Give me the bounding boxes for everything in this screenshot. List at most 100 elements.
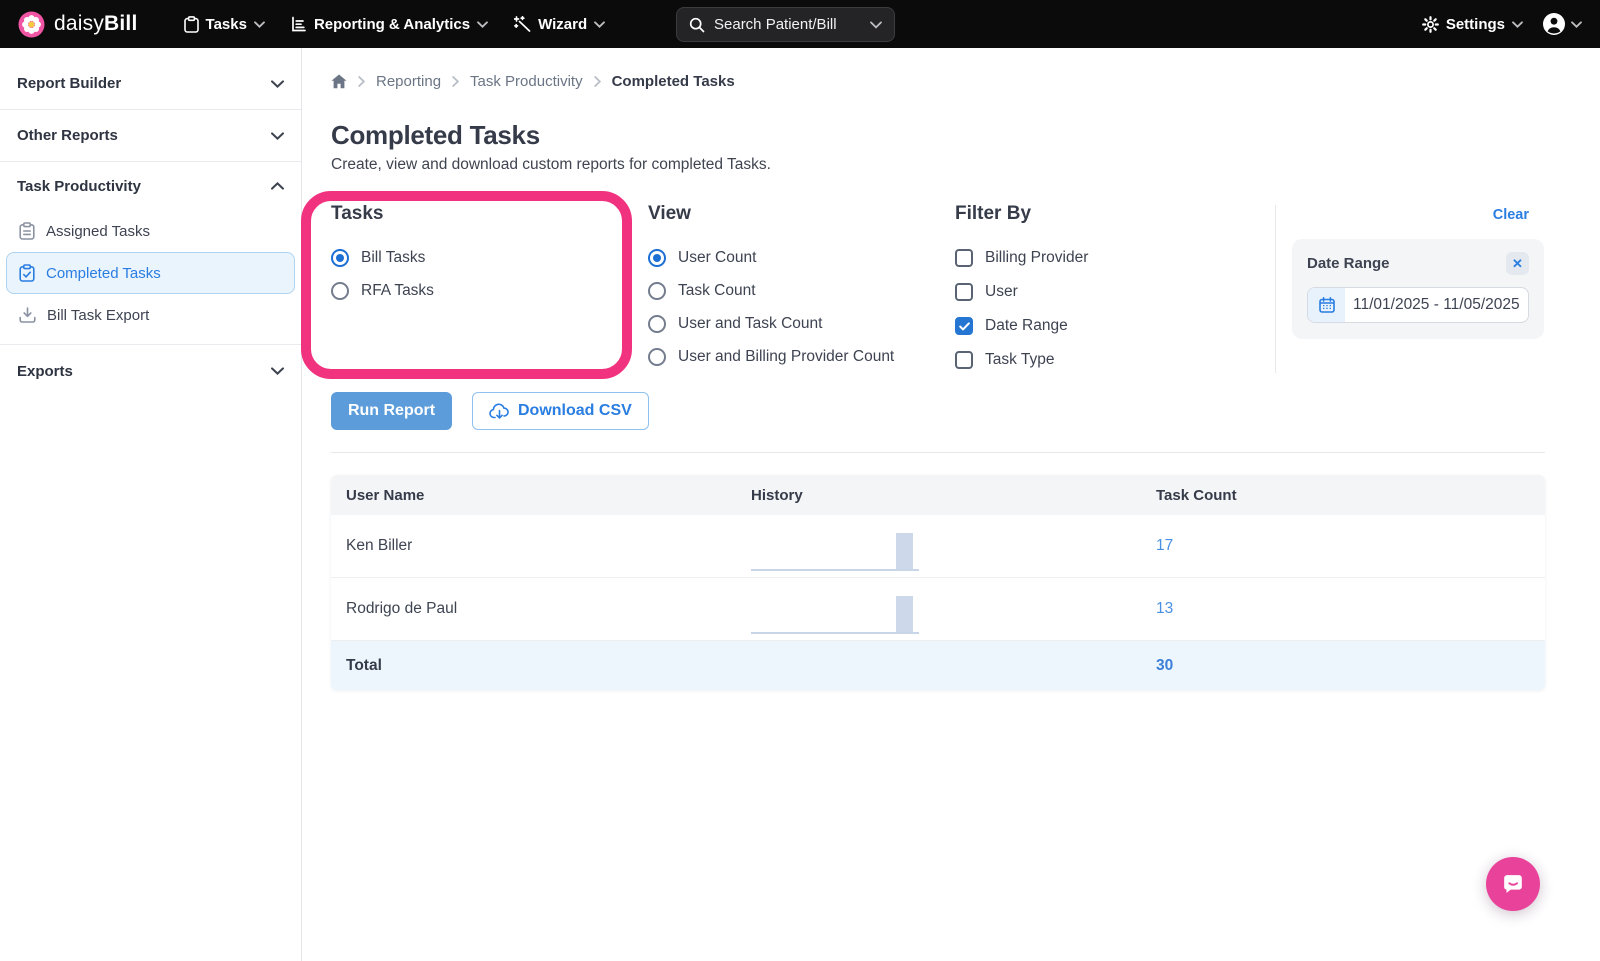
radio-user-and-task-count[interactable]: User and Task Count [648, 307, 955, 340]
history-sparkline [751, 578, 919, 641]
column-header-task-count: Task Count [1156, 486, 1237, 504]
search-placeholder: Search Patient/Bill [714, 16, 837, 33]
tasks-section: Tasks Bill Tasks RFA Tasks [331, 203, 648, 392]
radio-icon [648, 314, 666, 333]
user-avatar-icon [1543, 13, 1565, 35]
radio-user-count[interactable]: User Count [648, 241, 955, 274]
magic-wand-icon [514, 16, 531, 32]
table-row: Rodrigo de Paul 13 [331, 578, 1545, 641]
total-label: Total [346, 656, 382, 674]
menu-reporting-analytics[interactable]: Reporting & Analytics [291, 16, 488, 33]
date-range-input[interactable] [1345, 288, 1528, 322]
sidebar-section-task-productivity[interactable]: Task Productivity [0, 162, 301, 210]
chevron-down-icon [477, 20, 488, 28]
breadcrumb: Reporting Task Productivity Completed Ta… [331, 71, 1600, 91]
menu-tasks[interactable]: Tasks [183, 16, 265, 33]
table-total-row: Total 30 [331, 641, 1545, 690]
history-sparkline [751, 515, 919, 578]
sidebar-item-bill-task-export[interactable]: Bill Task Export [6, 294, 295, 336]
chevron-down-icon [271, 131, 284, 140]
results-table: User Name History Task Count Ken Biller … [331, 475, 1545, 690]
chevron-right-icon [358, 75, 365, 87]
task-count-link[interactable]: 17 [1156, 537, 1173, 554]
sidebar-section-other-reports[interactable]: Other Reports [0, 110, 301, 162]
daisybill-logo[interactable]: daisyBill [18, 11, 138, 38]
run-report-button[interactable]: Run Report [331, 392, 452, 430]
daisy-flower-icon [18, 11, 45, 37]
radio-bill-tasks[interactable]: Bill Tasks [331, 241, 648, 274]
filter-by-section: Filter By Billing Provider User Date Ran… [955, 203, 1275, 392]
date-range-filter-card: Date Range ✕ [1292, 239, 1544, 339]
clipboard-lines-icon [19, 222, 35, 240]
chat-bubble-icon [1504, 875, 1522, 893]
report-chart-icon [292, 16, 306, 32]
sparkline-baseline [751, 631, 919, 634]
page-title: Completed Tasks [331, 120, 540, 150]
user-account-menu[interactable] [1543, 13, 1582, 35]
checkbox-checked-icon [955, 317, 973, 335]
checkbox-user[interactable]: User [955, 275, 1275, 309]
breadcrumb-current: Completed Tasks [611, 72, 735, 90]
clipboard-check-icon [19, 264, 35, 282]
chevron-down-icon [1512, 20, 1523, 28]
user-name-cell: Ken Biller [346, 537, 413, 554]
chat-launcher-button[interactable] [1486, 857, 1540, 911]
tasks-section-title: Tasks [331, 203, 384, 224]
section-divider [331, 452, 1545, 453]
search-patient-bill[interactable]: Search Patient/Bill [676, 7, 895, 42]
breadcrumb-reporting[interactable]: Reporting [376, 73, 441, 90]
report-config: Tasks Bill Tasks RFA Tasks View User Cou… [331, 203, 1600, 392]
sparkline-bar [896, 532, 913, 569]
radio-task-count[interactable]: Task Count [648, 274, 955, 307]
history-cell [736, 578, 1141, 641]
download-csv-button[interactable]: Download CSV [472, 392, 649, 430]
clear-filters-link[interactable]: Clear [1493, 207, 1544, 223]
menu-wizard[interactable]: Wizard [514, 16, 606, 33]
total-count: 30 [1156, 656, 1174, 674]
checkbox-icon [955, 351, 973, 369]
radio-rfa-tasks[interactable]: RFA Tasks [331, 274, 648, 307]
chevron-right-icon [593, 75, 601, 87]
radio-selected-icon [648, 248, 666, 267]
calendar-icon[interactable] [1308, 288, 1345, 322]
breadcrumb-task-productivity[interactable]: Task Productivity [470, 73, 583, 90]
download-tray-icon [19, 307, 36, 323]
sidebar-section-exports[interactable]: Exports [0, 345, 301, 397]
active-filters-panel: Clear Date Range ✕ [1276, 203, 1544, 392]
remove-date-filter-button[interactable]: ✕ [1506, 252, 1529, 275]
actions-row: Run Report Download CSV [331, 392, 1600, 430]
radio-icon [648, 347, 666, 366]
chevron-down-icon [870, 21, 882, 29]
filter-section-title: Filter By [955, 203, 1032, 224]
task-count-cell: 13 [1141, 600, 1545, 618]
checkbox-task-type[interactable]: Task Type [955, 343, 1275, 377]
top-navbar: daisyBill Tasks Reporting & Analytics Wi… [0, 0, 1600, 48]
sidebar-item-assigned-tasks[interactable]: Assigned Tasks [6, 210, 295, 252]
brand-text: daisyBill [54, 12, 138, 35]
search-icon [689, 17, 705, 32]
chevron-down-icon [1571, 20, 1582, 28]
sidebar-item-completed-tasks[interactable]: Completed Tasks [6, 252, 295, 294]
gear-icon [1421, 15, 1439, 33]
checkbox-billing-provider[interactable]: Billing Provider [955, 241, 1275, 275]
column-header-history: History [751, 486, 803, 504]
chevron-down-icon [271, 79, 284, 88]
radio-user-and-billing-provider-count[interactable]: User and Billing Provider Count [648, 340, 955, 373]
user-name-cell: Rodrigo de Paul [346, 600, 458, 617]
app-window: daisyBill Tasks Reporting & Analytics Wi… [0, 0, 1600, 961]
chevron-right-icon [452, 75, 460, 87]
sidebar-section-report-builder[interactable]: Report Builder [0, 58, 301, 110]
task-count-link[interactable]: 13 [1156, 600, 1173, 617]
home-icon[interactable] [331, 74, 347, 89]
date-range-input-group [1307, 287, 1529, 323]
main-content: Reporting Task Productivity Completed Ta… [301, 48, 1600, 961]
view-section-title: View [648, 203, 691, 224]
chevron-down-icon [271, 367, 284, 375]
sparkline-bar [896, 595, 913, 632]
settings-menu[interactable]: Settings [1421, 15, 1523, 33]
chevron-down-icon [254, 20, 265, 28]
checkbox-date-range[interactable]: Date Range [955, 309, 1275, 343]
view-section: View User Count Task Count User and Task… [648, 203, 955, 392]
main-menus: Tasks Reporting & Analytics Wizard [158, 16, 606, 33]
checkbox-icon [955, 249, 973, 267]
